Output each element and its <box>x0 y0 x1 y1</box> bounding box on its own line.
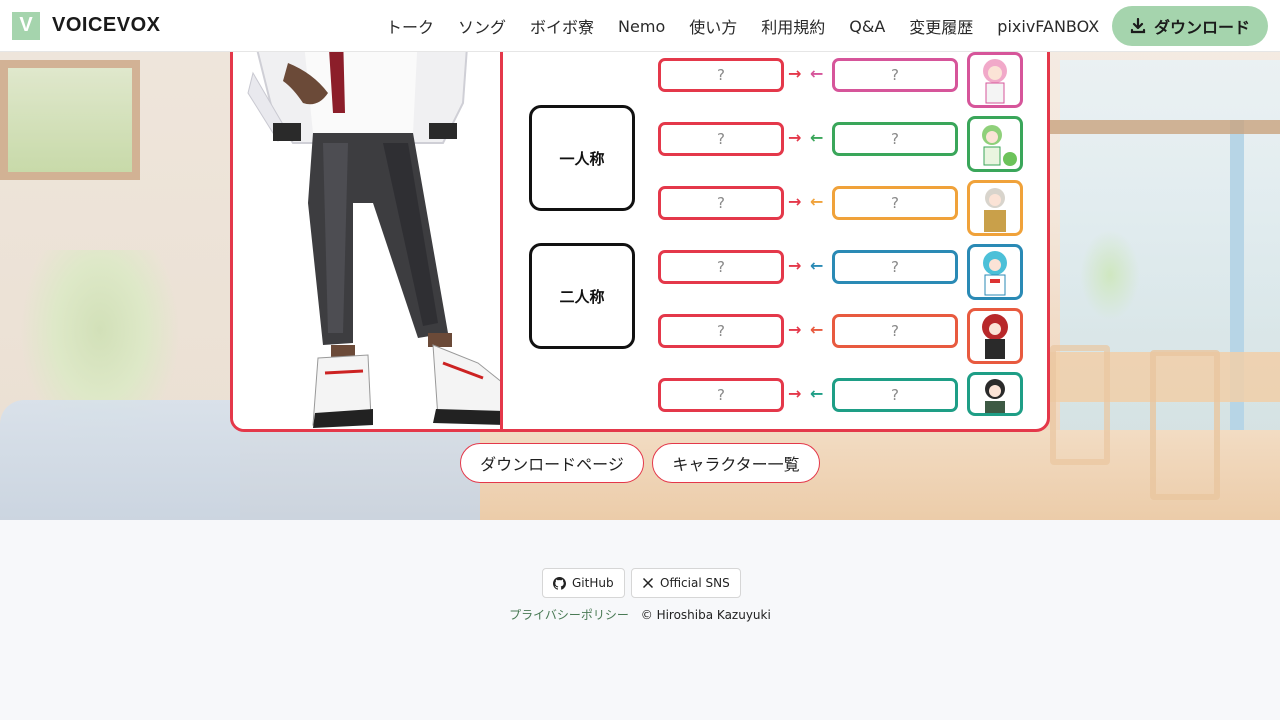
from-field[interactable]: ? <box>658 186 784 220</box>
character-thumbnail[interactable] <box>967 372 1023 416</box>
arrow-left-icon: ← <box>810 128 824 147</box>
nav-nemo[interactable]: Nemo <box>618 17 665 36</box>
orange-character-icon <box>984 188 1006 232</box>
main-nav: トーク ソング ボイボ寮 Nemo 使い方 利用規約 Q&A 変更履歴 pixi… <box>374 0 1111 52</box>
copyright: © Hiroshiba Kazuyuki <box>640 608 771 622</box>
header-download-label: ダウンロード <box>1153 18 1250 37</box>
logo[interactable]: V VOICEVOX <box>12 11 161 40</box>
second-person-label: 二人称 <box>529 243 635 349</box>
logo-mark-icon: V <box>12 11 40 40</box>
arrow-left-icon: ← <box>810 64 824 83</box>
privacy-policy-link[interactable]: プライバシーポリシー <box>509 608 629 622</box>
from-field[interactable]: ? <box>658 378 784 412</box>
github-label: GitHub <box>572 576 614 590</box>
pink-character-icon <box>983 59 1007 104</box>
nav-talk[interactable]: トーク <box>386 14 434 38</box>
blue-character-icon <box>983 251 1007 296</box>
footer-line: プライバシーポリシー © Hiroshiba Kazuyuki <box>0 606 1280 623</box>
download-icon <box>1130 18 1146 34</box>
github-icon <box>553 576 566 590</box>
character-thumbnail[interactable] <box>967 180 1023 236</box>
character-thumbnail[interactable] <box>967 52 1023 108</box>
character-illustration <box>247 33 500 428</box>
arrow-right-icon: → <box>788 128 802 147</box>
arrow-left-icon: ← <box>810 320 824 339</box>
nav-song[interactable]: ソング <box>458 14 506 38</box>
nav-qa[interactable]: Q&A <box>849 17 885 36</box>
character-portrait <box>233 33 503 429</box>
arrow-left-icon: ← <box>810 192 824 211</box>
arrow-left-icon: ← <box>810 384 824 403</box>
to-field[interactable]: ? <box>832 314 958 348</box>
header-download-button[interactable]: ダウンロード <box>1112 6 1268 46</box>
github-button[interactable]: GitHub <box>542 568 625 598</box>
site-header: V VOICEVOX トーク ソング ボイボ寮 Nemo 使い方 利用規約 Q&… <box>0 0 1280 52</box>
from-field[interactable]: ? <box>658 58 784 92</box>
to-field[interactable]: ? <box>832 378 958 412</box>
teal-character-icon <box>985 379 1005 413</box>
arrow-right-icon: → <box>788 192 802 211</box>
arrow-left-icon: ← <box>810 256 824 275</box>
x-icon <box>642 577 654 589</box>
download-page-button[interactable]: ダウンロードページ <box>460 443 644 483</box>
from-field[interactable]: ? <box>658 250 784 284</box>
nav-changelog[interactable]: 変更履歴 <box>909 14 973 38</box>
logo-text: VOICEVOX <box>52 14 161 36</box>
arrow-right-icon: → <box>788 320 802 339</box>
arrow-right-icon: → <box>788 384 802 403</box>
from-field[interactable]: ? <box>658 122 784 156</box>
nav-terms[interactable]: 利用規約 <box>761 14 825 38</box>
official-sns-label: Official SNS <box>660 576 730 590</box>
nav-voivo-dorm[interactable]: ボイボ寮 <box>530 14 594 38</box>
character-list-button[interactable]: キャラクター一覧 <box>652 443 820 483</box>
nav-fanbox[interactable]: pixivFANBOX <box>997 17 1099 36</box>
red-character-icon <box>982 314 1008 359</box>
green-character-icon <box>982 125 1017 166</box>
arrow-right-icon: → <box>788 256 802 275</box>
first-person-label: 一人称 <box>529 105 635 211</box>
nav-how-to-use[interactable]: 使い方 <box>689 14 737 38</box>
arrow-right-icon: → <box>788 64 802 83</box>
character-thumbnail[interactable] <box>967 116 1023 172</box>
from-field[interactable]: ? <box>658 314 784 348</box>
character-thumbnail[interactable] <box>967 244 1023 300</box>
to-field[interactable]: ? <box>832 186 958 220</box>
to-field[interactable]: ? <box>832 122 958 156</box>
to-field[interactable]: ? <box>832 58 958 92</box>
official-sns-button[interactable]: Official SNS <box>631 568 741 598</box>
to-field[interactable]: ? <box>832 250 958 284</box>
character-thumbnail[interactable] <box>967 308 1023 364</box>
